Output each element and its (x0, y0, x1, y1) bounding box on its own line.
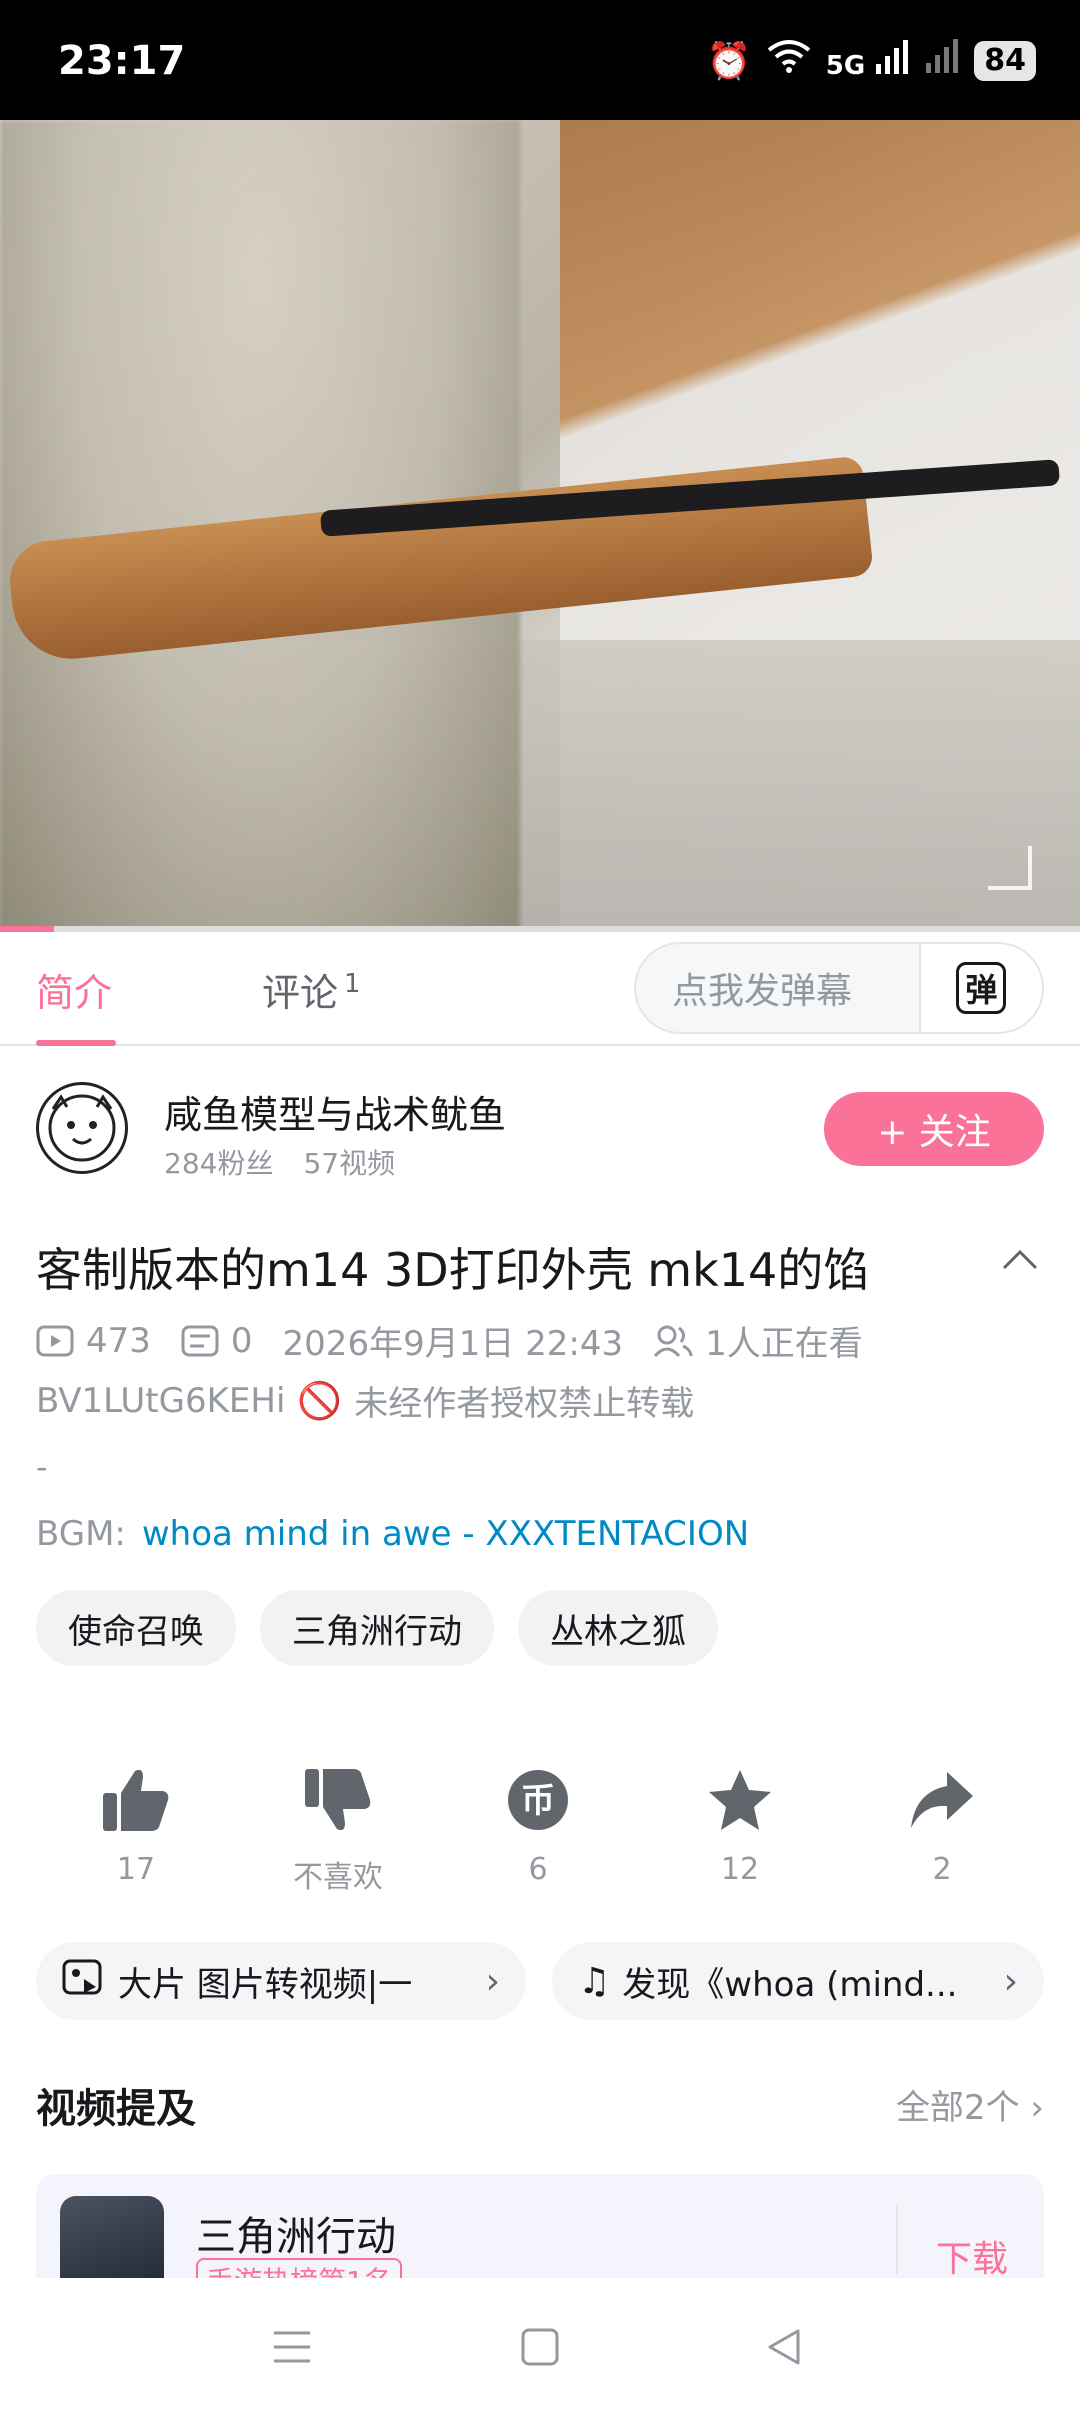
tab-comments-label: 评论 (262, 971, 339, 1015)
tag-item[interactable]: 使命召唤 (36, 1590, 236, 1666)
image-to-video-icon (62, 1957, 106, 2006)
share-button[interactable]: 2 (862, 1760, 1022, 1887)
tag-item[interactable]: 丛林之狐 (518, 1590, 718, 1666)
promo-cards: 大片 图片转视频|一 › ♫ 发现《whoa (mind... › (36, 1942, 1044, 2020)
danmaku-input[interactable]: 点我发弹幕 弹 (634, 942, 1044, 1034)
signal-icon: 5G (826, 40, 911, 81)
copyright-notice: 未经作者授权禁止转载 (354, 1384, 695, 1424)
mentions-all-link[interactable]: 全部2个 › (896, 2080, 1044, 2129)
home-icon[interactable] (510, 2322, 570, 2372)
danmaku-count: 0 (230, 1320, 253, 1361)
coin-count: 6 (528, 1852, 548, 1887)
tab-intro-underline (36, 1040, 116, 1046)
back-icon[interactable] (754, 2322, 814, 2372)
svg-text:币: 币 (521, 1781, 555, 1821)
download-button[interactable]: 下载 (936, 2230, 1008, 2278)
dislike-button[interactable]: 不喜欢 (258, 1760, 418, 1896)
fullscreen-icon[interactable] (988, 846, 1032, 890)
signal-2-icon (924, 39, 960, 82)
like-button[interactable]: 17 (56, 1760, 216, 1887)
mentions-title: 视频提及 (36, 2086, 196, 2132)
chevron-up-icon[interactable] (1000, 1240, 1040, 1280)
tab-comments[interactable]: 评论 1 (262, 962, 361, 1017)
mentions-all-label: 全部2个 (895, 2088, 1020, 2128)
coin-button[interactable]: 币 6 (458, 1760, 618, 1887)
avatar[interactable] (36, 1082, 128, 1174)
danmaku-icon: 弹 (956, 962, 1007, 1014)
system-nav-bar (0, 2278, 1080, 2414)
mention-card-game[interactable]: 三角洲行动 手游热榜第1名 下载 (36, 2174, 1044, 2278)
watching-now: 1人正在看 (705, 1324, 863, 1364)
like-count: 17 (116, 1852, 156, 1887)
coin-icon: 币 (458, 1760, 618, 1840)
author-meta: 284粉丝 57视频 (164, 1142, 395, 1182)
video-stats: 473 0 2026年9月1日 22:43 1人正在看 (36, 1316, 863, 1365)
publish-date: 2026年9月1日 22:43 (282, 1324, 624, 1364)
promo-card-video-label: 大片 图片转视频|一 (118, 1964, 413, 2005)
tab-intro[interactable]: 简介 (36, 962, 112, 1017)
bgm-link[interactable]: whoa mind in awe - XXXTENTACION (142, 1514, 749, 1554)
promo-card-music[interactable]: ♫ 发现《whoa (mind... › (552, 1942, 1044, 2020)
game-rank-badge: 手游热榜第1名 (196, 2258, 402, 2278)
share-count: 2 (932, 1852, 952, 1887)
play-count-icon (36, 1325, 74, 1356)
status-bar: 23:17 ⏰ 5G 84 (0, 0, 1080, 120)
chevron-right-icon: › (1003, 1960, 1018, 2002)
author-followers: 284粉丝 (164, 1147, 274, 1180)
divider (896, 2204, 898, 2274)
promo-card-music-label: 发现《whoa (mind... (622, 1964, 958, 2005)
favorite-button[interactable]: 12 (660, 1760, 820, 1887)
no-repost-icon: 🚫 (297, 1380, 343, 1422)
thumbs-down-icon (258, 1760, 418, 1840)
bgm-line: BGM: whoa mind in awe - XXXTENTACION (36, 1514, 749, 1554)
share-icon (862, 1760, 1022, 1840)
mentions-header: 视频提及 全部2个 › (36, 2076, 1044, 2136)
author-videos: 57视频 (303, 1147, 396, 1180)
danmaku-placeholder[interactable]: 点我发弹幕 (636, 962, 919, 1014)
alarm-icon: ⏰ (706, 40, 752, 82)
status-time: 23:17 (58, 38, 186, 84)
promo-card-video[interactable]: 大片 图片转视频|一 › (36, 1942, 526, 2020)
thumbs-up-icon (56, 1760, 216, 1840)
tab-bar: 简介 评论 1 点我发弹幕 弹 (0, 932, 1080, 1046)
viewers-icon (654, 1325, 693, 1357)
music-note-icon: ♫ (578, 1960, 611, 2002)
chevron-right-icon: › (485, 1960, 500, 2002)
follow-button[interactable]: + 关注 (824, 1092, 1044, 1166)
bvid-line: BV1LUtG6KEHi 🚫 未经作者授权禁止转载 (36, 1376, 694, 1425)
danmaku-toggle-button[interactable]: 弹 (918, 944, 1042, 1032)
menu-icon[interactable] (262, 2322, 322, 2372)
dislike-label: 不喜欢 (293, 1860, 383, 1895)
tag-list: 使命召唤 三角洲行动 丛林之狐 (36, 1590, 718, 1666)
danmaku-count-icon (181, 1325, 219, 1356)
battery-icon: 84 (974, 40, 1036, 81)
chevron-right-icon: › (1030, 2088, 1044, 2128)
video-title: 客制版本的m14 3D打印外壳 mk14的馅 (36, 1243, 870, 1297)
author-row: 咸鱼模型与战术鱿鱼 284粉丝 57视频 + 关注 (36, 1082, 1044, 1182)
action-bar: 17 不喜欢 币 6 12 2 (0, 1760, 1080, 1900)
wifi-icon (766, 38, 812, 83)
status-icons: ⏰ 5G 84 (707, 38, 1036, 83)
video-description: - (36, 1448, 48, 1486)
video-player[interactable] (0, 120, 1080, 930)
bvid[interactable]: BV1LUtG6KEHi (36, 1381, 285, 1421)
favorite-count: 12 (720, 1852, 760, 1887)
author-name[interactable]: 咸鱼模型与战术鱿鱼 (164, 1084, 506, 1139)
tab-comments-count: 1 (344, 969, 361, 1000)
play-count: 473 (86, 1320, 151, 1361)
game-thumbnail (60, 2196, 164, 2278)
bgm-label: BGM: (36, 1514, 126, 1554)
star-icon (660, 1760, 820, 1840)
network-type: 5G (825, 51, 866, 81)
tag-item[interactable]: 三角洲行动 (260, 1590, 494, 1666)
game-name: 三角洲行动 (196, 2214, 396, 2260)
